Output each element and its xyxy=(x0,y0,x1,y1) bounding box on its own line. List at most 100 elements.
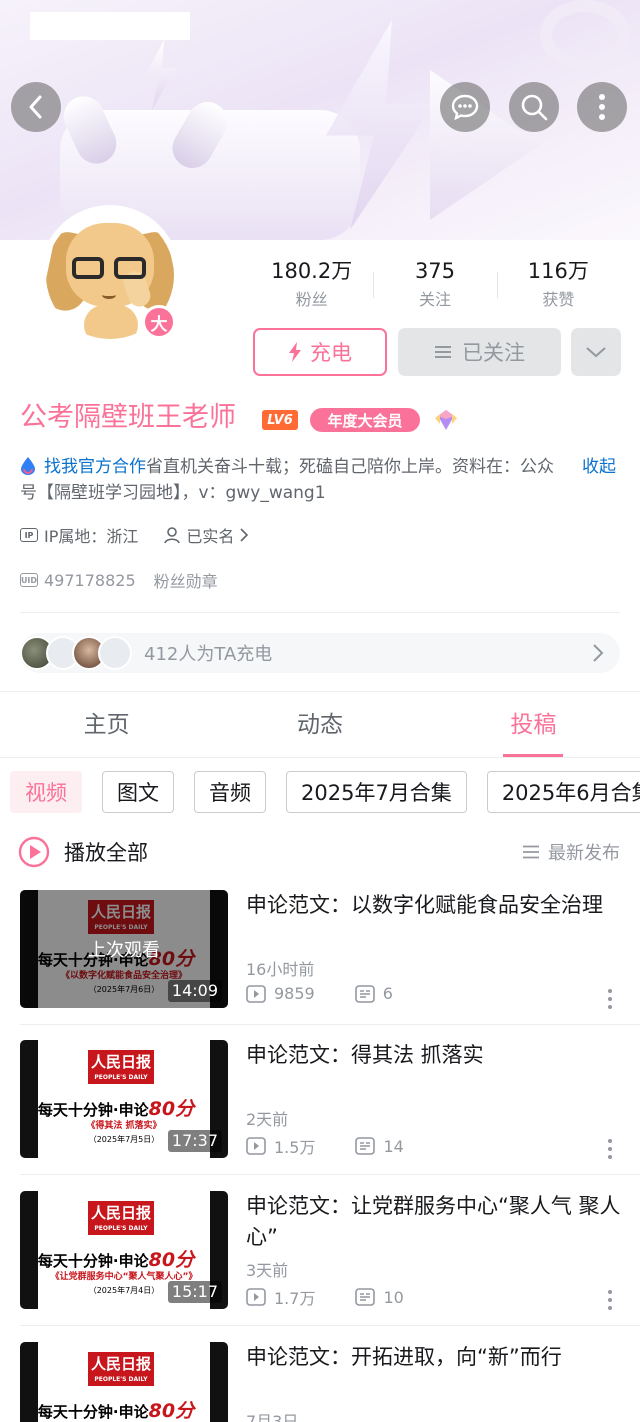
chat-bubble-icon xyxy=(451,94,479,121)
uid-value[interactable]: 497178825 xyxy=(44,571,136,590)
video-title: 申论范文：让党群服务中心“聚人气 聚人心” xyxy=(246,1194,621,1249)
vip-badge[interactable]: 年度大会员 xyxy=(310,408,420,432)
profile-stats: 180.2万 粉丝 375 关注 116万 获赞 xyxy=(250,258,620,318)
video-thumbnail[interactable]: 人民日报 PEOPLE'S DAILY 每天十分钟·申论80分 《以数字化赋能食品… xyxy=(20,890,228,1008)
play-count-icon xyxy=(246,1137,266,1155)
charge-supporters-row[interactable]: 412人为TA充电 xyxy=(20,633,620,673)
uid-row: UID 497178825 粉丝勋章 xyxy=(20,567,218,593)
user-name: 公考隔壁班王老师 xyxy=(20,402,236,433)
charge-label: 充电 xyxy=(310,341,352,365)
charge-button[interactable]: 充电 xyxy=(253,328,387,376)
video-meta: 1.5万 14 xyxy=(246,1134,444,1158)
video-thumbnail[interactable]: 人民日报 PEOPLE'S DAILY 每天十分钟·申论80分 《让党群服务中心“… xyxy=(20,1191,228,1309)
content-filter-chips: 视频 图文 音频 2025年7月合集 2025年6月合集 xyxy=(10,771,640,813)
divider xyxy=(20,1024,640,1025)
chevron-right-icon xyxy=(593,644,604,662)
video-item[interactable]: 人民日报 PEOPLE'S DAILY 每天十分钟·申论80分 《得其法 抓落实》… xyxy=(0,1040,640,1190)
danmaku-icon xyxy=(354,984,375,1003)
person-icon xyxy=(164,527,181,544)
filter-article[interactable]: 图文 xyxy=(102,771,174,813)
back-button[interactable] xyxy=(11,82,61,132)
divider xyxy=(0,691,640,692)
stat-likes[interactable]: 116万 获赞 xyxy=(496,258,620,318)
video-time: 2天前 xyxy=(246,1110,289,1129)
supporter-avatars xyxy=(20,636,132,670)
more-button[interactable] xyxy=(577,82,627,132)
stat-value: 180.2万 xyxy=(271,259,353,283)
chevron-right-icon xyxy=(240,528,249,542)
video-title: 申论范文：开拓进取，向“新”而行 xyxy=(246,1345,562,1369)
video-item[interactable]: 人民日报 PEOPLE'S DAILY 每天十分钟·申论80分 《以数字化赋能食品… xyxy=(0,890,640,1040)
thumb-headline: 每天十分钟·申论80分 xyxy=(37,1400,195,1422)
stat-fans[interactable]: 180.2万 粉丝 xyxy=(250,258,373,318)
search-button[interactable] xyxy=(509,82,559,132)
collapse-bio-button[interactable]: 收起 xyxy=(582,454,616,480)
comment-count: 10 xyxy=(383,1287,404,1307)
more-vertical-icon[interactable] xyxy=(604,988,616,1010)
divider xyxy=(20,1325,640,1326)
more-vertical-icon[interactable] xyxy=(604,1138,616,1160)
filter-collection-july[interactable]: 2025年7月合集 xyxy=(286,771,467,813)
supporters-count: 412人为TA充电 xyxy=(144,644,273,665)
video-duration: 17:37 xyxy=(167,1130,222,1152)
profile-tabs: 主页 动态 投稿 xyxy=(0,694,640,758)
comment-count: 14 xyxy=(383,1136,404,1156)
sort-button[interactable]: 最新发布 xyxy=(522,834,620,870)
sort-label: 最新发布 xyxy=(548,843,620,864)
play-count-icon xyxy=(246,1288,266,1306)
comment-count: 6 xyxy=(382,984,393,1003)
more-vertical-icon xyxy=(599,94,605,120)
stat-following[interactable]: 375 关注 xyxy=(373,258,496,318)
more-vertical-icon[interactable] xyxy=(604,1289,616,1311)
stat-label: 关注 xyxy=(418,290,451,309)
recommend-dropdown-button[interactable] xyxy=(571,328,621,376)
video-meta: 1.7万 10 xyxy=(246,1285,444,1309)
tab-home[interactable]: 主页 xyxy=(0,694,213,757)
fan-medal-link[interactable]: 粉丝勋章 xyxy=(154,568,218,592)
tab-uploads[interactable]: 投稿 xyxy=(427,694,640,757)
ip-location-row: IP IP属地：浙江 已实名 xyxy=(20,522,249,548)
sort-lines-icon xyxy=(523,845,539,859)
lightning-decoration xyxy=(144,40,176,110)
business-link[interactable]: 找我官方合作 xyxy=(44,457,146,477)
filter-video[interactable]: 视频 xyxy=(10,771,82,813)
filter-audio[interactable]: 音频 xyxy=(194,771,266,813)
video-title: 申论范文：得其法 抓落实 xyxy=(246,1043,484,1067)
message-button[interactable] xyxy=(440,82,490,132)
video-item[interactable]: 人民日报 PEOPLE'S DAILY 每天十分钟·申论80分 《让党群服务中心“… xyxy=(0,1191,640,1341)
realname-status[interactable]: 已实名 xyxy=(186,523,234,547)
stat-label: 获赞 xyxy=(542,290,575,309)
thumb-logo: 人民日报 PEOPLE'S DAILY xyxy=(88,1201,154,1235)
last-watched-label: 上次观看 xyxy=(88,940,160,961)
danmaku-icon xyxy=(355,1288,376,1306)
thumb-logo: 人民日报 PEOPLE'S DAILY xyxy=(88,1352,154,1386)
video-time: 16小时前 xyxy=(246,960,315,979)
divider xyxy=(20,612,620,613)
uid-icon: UID xyxy=(20,573,38,587)
thumb-headline: 每天十分钟·申论80分 xyxy=(37,1249,195,1271)
chevron-down-icon xyxy=(586,347,606,358)
video-time: 3天前 xyxy=(246,1261,289,1280)
view-count: 1.5万 xyxy=(274,1138,316,1157)
bio-text: 找我官方合作省直机关奋斗十载；死磕自己陪你上岸。资料在：公众号【隔壁班学习园地】… xyxy=(20,454,560,506)
play-all-button[interactable]: 播放全部 xyxy=(18,834,148,870)
stat-value: 375 xyxy=(414,259,456,283)
danmaku-icon xyxy=(355,1137,376,1155)
chevron-left-icon xyxy=(29,95,42,119)
followed-button[interactable]: 已关注 xyxy=(398,328,561,376)
tab-dynamics[interactable]: 动态 xyxy=(213,694,426,757)
business-drop-icon xyxy=(21,457,35,475)
thumb-logo: 人民日报 PEOPLE'S DAILY xyxy=(88,1050,154,1084)
view-count: 1.7万 xyxy=(274,1289,316,1308)
video-duration: 14:09 xyxy=(167,980,222,1002)
stat-label: 粉丝 xyxy=(295,290,328,309)
status-bar-redacted xyxy=(30,12,190,40)
fan-medal-gem-icon[interactable] xyxy=(432,406,460,434)
video-thumbnail[interactable]: 人民日报 PEOPLE'S DAILY 每天十分钟·申论80分 《得其法 抓落实》… xyxy=(20,1040,228,1158)
play-all-label: 播放全部 xyxy=(64,841,148,865)
level-badge[interactable]: LV6 xyxy=(262,410,298,430)
video-time: 7月3日 xyxy=(246,1412,299,1422)
filter-collection-june[interactable]: 2025年6月合集 xyxy=(486,771,640,813)
video-item[interactable]: 人民日报 PEOPLE'S DAILY 每天十分钟·申论80分 申论范文：开拓进取… xyxy=(0,1342,640,1422)
video-thumbnail[interactable]: 人民日报 PEOPLE'S DAILY 每天十分钟·申论80分 xyxy=(20,1342,228,1422)
